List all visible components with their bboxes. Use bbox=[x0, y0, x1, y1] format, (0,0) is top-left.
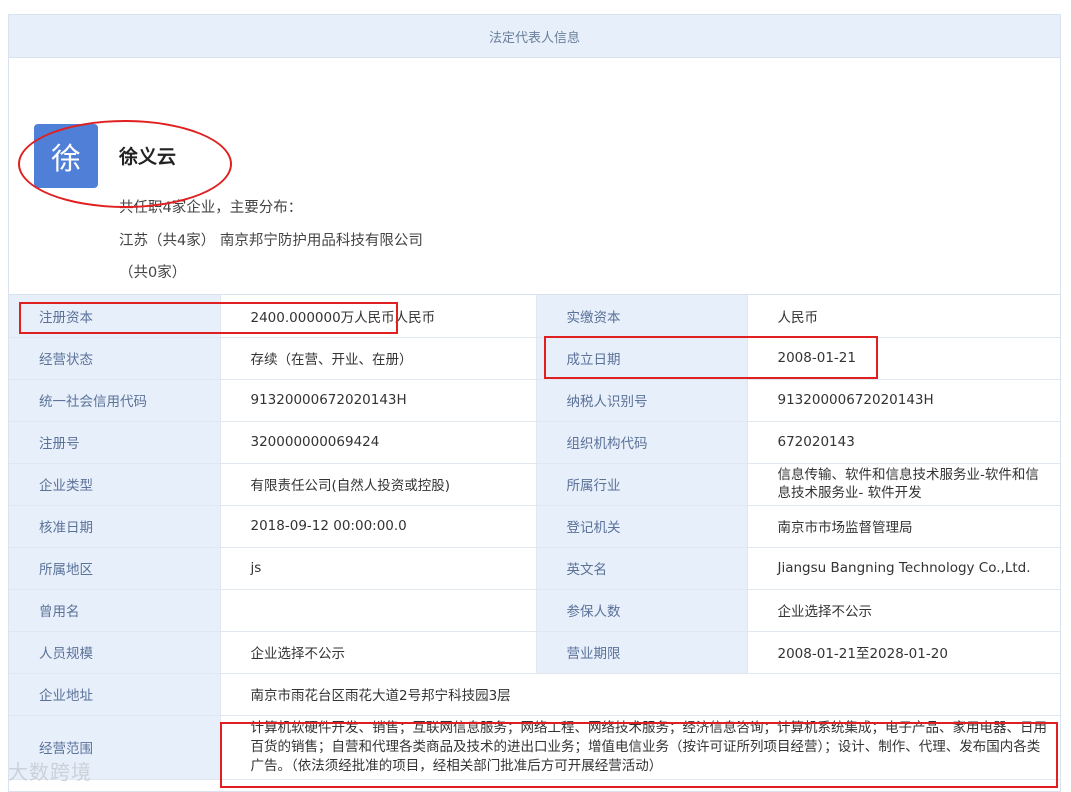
field-value: 有限责任公司(自然人投资或控股) bbox=[220, 463, 537, 506]
field-value: 信息传输、软件和信息技术服务业-软件和信息技术服务业- 软件开发 bbox=[747, 463, 1060, 506]
section-header: 法定代表人信息 bbox=[9, 15, 1060, 58]
annotation-box-capital bbox=[19, 302, 398, 334]
field-value: 企业选择不公示 bbox=[220, 631, 537, 674]
field-value: 企业选择不公示 bbox=[747, 589, 1060, 632]
field-value: 2008-01-21至2028-01-20 bbox=[747, 631, 1060, 674]
person-region-2: （共0家） bbox=[119, 265, 187, 281]
field-value: 91320000672020143H bbox=[220, 379, 537, 422]
field-label: 所属行业 bbox=[536, 463, 748, 506]
field-value: 2018-09-12 00:00:00.0 bbox=[220, 505, 537, 548]
field-label: 企业类型 bbox=[9, 463, 221, 506]
field-value: 人民币 bbox=[747, 295, 1060, 338]
field-label: 人员规模 bbox=[9, 631, 221, 674]
field-label: 注册号 bbox=[9, 421, 221, 464]
table-row: 所属地区 js 英文名 Jiangsu Bangning Technology Co.… bbox=[9, 547, 1060, 590]
table-row: 企业类型 有限责任公司(自然人投资或控股) 所属行业 信息传输、软件和信息技术服务业-… bbox=[9, 463, 1060, 506]
table-row: 统一社会信用代码 91320000672020143H 纳税人识别号 91320000… bbox=[9, 379, 1060, 422]
section-title: 法定代表人信息 bbox=[488, 30, 580, 46]
field-label: 纳税人识别号 bbox=[536, 379, 748, 422]
table-row: 企业地址 南京市雨花台区雨花大道2号邦宁科技园3层 bbox=[9, 673, 1060, 716]
annotation-box-scope bbox=[220, 722, 1058, 788]
field-value: Jiangsu Bangning Technology Co.,Ltd. bbox=[747, 547, 1060, 590]
watermark: 大数跨境 bbox=[8, 760, 92, 784]
field-label: 曾用名 bbox=[9, 589, 221, 632]
field-label: 组织机构代码 bbox=[536, 421, 748, 464]
field-label: 营业期限 bbox=[536, 631, 748, 674]
annotation-ellipse bbox=[18, 120, 232, 208]
field-label: 所属地区 bbox=[9, 547, 221, 590]
field-value: 存续（在营、开业、在册） bbox=[220, 337, 537, 380]
annotation-box-founded bbox=[544, 336, 878, 379]
table-row: 注册号 320000000069424 组织机构代码 672020143 bbox=[9, 421, 1060, 464]
legal-rep-panel: 法定代表人信息 徐 徐义云 共任职4家企业，主要分布： 江苏（共4家） 南京邦宁… bbox=[8, 14, 1061, 792]
field-value: 672020143 bbox=[747, 421, 1060, 464]
field-label: 实缴资本 bbox=[536, 295, 748, 338]
table-row: 核准日期 2018-09-12 00:00:00.0 登记机关 南京市市场监督管理局 bbox=[9, 505, 1060, 548]
field-label: 经营状态 bbox=[9, 337, 221, 380]
field-label: 企业地址 bbox=[9, 673, 221, 716]
table-row: 经营状态 存续（在营、开业、在册） 成立日期 2008-01-21 bbox=[9, 337, 1060, 380]
field-label: 参保人数 bbox=[536, 589, 748, 632]
field-value: js bbox=[220, 547, 537, 590]
table-row: 人员规模 企业选择不公示 营业期限 2008-01-21至2028-01-20 bbox=[9, 631, 1060, 674]
field-value: 91320000672020143H bbox=[747, 379, 1060, 422]
person-region-1[interactable]: 江苏（共4家） 南京邦宁防护用品科技有限公司 bbox=[119, 229, 423, 250]
field-value: 南京市市场监督管理局 bbox=[747, 505, 1060, 548]
field-label: 核准日期 bbox=[9, 505, 221, 548]
person-card: 徐 徐义云 共任职4家企业，主要分布： 江苏（共4家） 南京邦宁防护用品科技有限… bbox=[9, 58, 1060, 295]
field-value: 南京市雨花台区雨花大道2号邦宁科技园3层 bbox=[220, 673, 1060, 716]
info-table: 注册资本 2400.000000万人民币人民币 实缴资本 人民币 经营状态 存续（在营、开… bbox=[9, 295, 1060, 780]
field-label: 统一社会信用代码 bbox=[9, 379, 221, 422]
field-value: 320000000069424 bbox=[220, 421, 537, 464]
field-value bbox=[220, 589, 537, 632]
field-label: 登记机关 bbox=[536, 505, 748, 548]
table-row: 曾用名 参保人数 企业选择不公示 bbox=[9, 589, 1060, 632]
field-label: 英文名 bbox=[536, 547, 748, 590]
